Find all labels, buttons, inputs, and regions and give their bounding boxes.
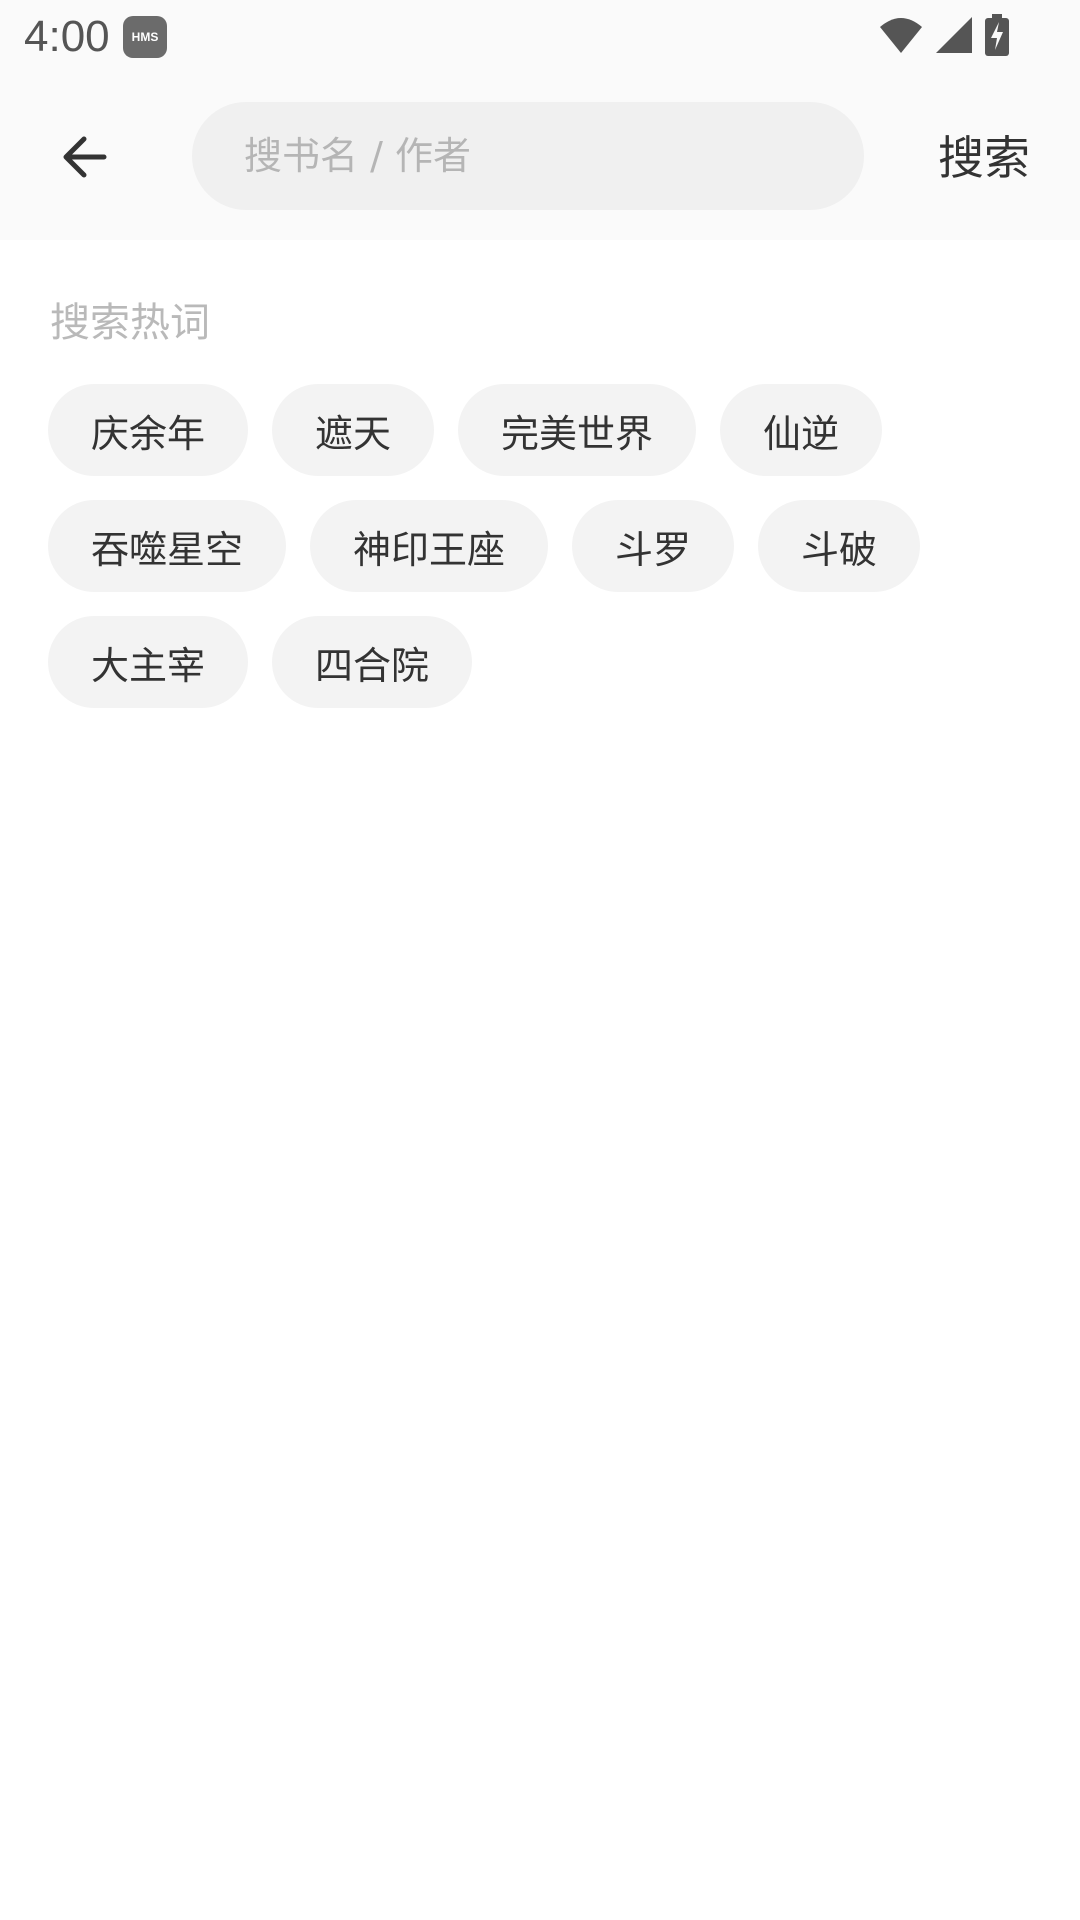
- status-time: 4:00: [24, 12, 110, 61]
- search-header: 搜索: [0, 72, 1080, 240]
- hot-word-tag[interactable]: 大主宰: [48, 616, 249, 708]
- hot-word-tag[interactable]: 斗破: [758, 500, 921, 592]
- status-bar: 4:00 HMS: [0, 0, 1080, 72]
- search-input[interactable]: [242, 133, 826, 179]
- tag-row: 大主宰 四合院: [48, 616, 1048, 708]
- hot-word-tag[interactable]: 仙逆: [720, 384, 883, 476]
- hot-words-title: 搜索热词: [50, 300, 210, 346]
- back-button[interactable]: [44, 122, 124, 192]
- hot-word-tag[interactable]: 神印王座: [310, 500, 549, 592]
- hot-word-tag[interactable]: 庆余年: [48, 384, 249, 476]
- status-icons: [878, 14, 1010, 56]
- hot-words-list: 庆余年 遮天 完美世界 仙逆 吞噬星空 神印王座 斗罗 斗破 大主宰 四合院: [48, 384, 1048, 732]
- battery-charging-icon: [985, 14, 1009, 56]
- search-box[interactable]: [192, 102, 864, 210]
- hms-badge-icon: HMS: [123, 16, 167, 58]
- hot-word-tag[interactable]: 完美世界: [458, 384, 697, 476]
- arrow-left-icon: [63, 136, 107, 178]
- search-button[interactable]: 搜索: [938, 122, 1030, 188]
- hot-word-tag[interactable]: 遮天: [272, 384, 435, 476]
- signal-icon: [936, 17, 972, 53]
- hot-word-tag[interactable]: 四合院: [272, 616, 473, 708]
- tag-row: 吞噬星空 神印王座 斗罗 斗破: [48, 500, 1048, 592]
- wifi-icon: [880, 18, 922, 53]
- tag-row: 庆余年 遮天 完美世界 仙逆: [48, 384, 1048, 476]
- hot-word-tag[interactable]: 斗罗: [572, 500, 735, 592]
- hot-word-tag[interactable]: 吞噬星空: [48, 500, 287, 592]
